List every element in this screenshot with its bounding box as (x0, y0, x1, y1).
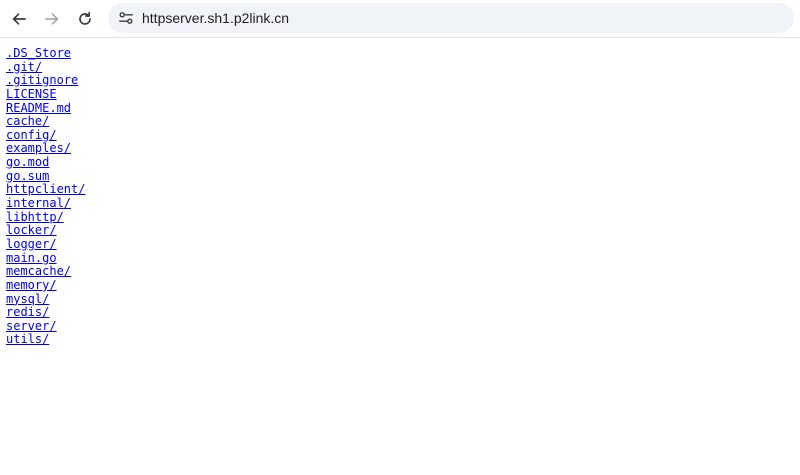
file-link[interactable]: logger/ (6, 237, 57, 251)
list-item: memory/ (6, 278, 85, 293)
list-item: README.md (6, 101, 85, 116)
file-link[interactable]: go.sum (6, 169, 49, 183)
file-link[interactable]: libhttp/ (6, 210, 64, 224)
file-link[interactable]: .DS_Store (6, 46, 71, 60)
file-link[interactable]: server/ (6, 319, 57, 333)
list-item: .DS_Store (6, 46, 85, 61)
list-item: internal/ (6, 196, 85, 211)
list-item: cache/ (6, 114, 85, 129)
list-item: locker/ (6, 224, 85, 238)
list-item: .gitignore (6, 73, 85, 88)
list-item: LICENSE (6, 87, 85, 102)
file-link[interactable]: redis/ (6, 305, 49, 319)
tune-icon (119, 12, 133, 24)
list-item: libhttp/ (6, 210, 85, 225)
file-link[interactable]: cache/ (6, 114, 49, 128)
list-item: server/ (6, 319, 85, 334)
file-link[interactable]: memcache/ (6, 264, 71, 278)
file-link[interactable]: main.go (6, 251, 57, 265)
back-button[interactable] (5, 5, 33, 33)
file-link[interactable]: utils/ (6, 332, 49, 347)
url-text[interactable]: httpserver.sh1.p2link.cn (142, 3, 289, 33)
list-item: go.mod (6, 155, 85, 170)
file-link[interactable]: internal/ (6, 196, 71, 210)
file-link[interactable]: mysql/ (6, 292, 49, 306)
list-item: logger/ (6, 237, 85, 252)
list-item: examples/ (6, 142, 85, 156)
reload-button[interactable] (71, 5, 99, 33)
list-item: memcache/ (6, 264, 85, 279)
list-item: config/ (6, 128, 85, 143)
file-link[interactable]: memory/ (6, 278, 57, 292)
reload-icon (79, 11, 91, 25)
file-link[interactable]: locker/ (6, 223, 57, 238)
list-item: .git/ (6, 60, 85, 75)
address-bar[interactable]: httpserver.sh1.p2link.cn (108, 3, 794, 33)
forward-button[interactable] (38, 5, 66, 33)
arrow-left-icon (12, 13, 26, 25)
list-item: go.sum (6, 169, 85, 184)
file-link[interactable]: httpclient/ (6, 182, 85, 197)
list-item: mysql/ (6, 292, 85, 307)
list-item: utils/ (6, 333, 85, 347)
file-link[interactable]: examples/ (6, 141, 71, 156)
file-link[interactable]: .git/ (6, 60, 42, 74)
list-item: redis/ (6, 305, 85, 320)
file-link[interactable]: LICENSE (6, 87, 57, 101)
site-info-button[interactable] (114, 6, 138, 30)
arrow-right-icon (45, 13, 59, 25)
list-item: main.go (6, 251, 85, 266)
file-link[interactable]: go.mod (6, 155, 49, 169)
file-link[interactable]: README.md (6, 101, 71, 115)
browser-toolbar: httpserver.sh1.p2link.cn (0, 0, 800, 38)
file-link[interactable]: config/ (6, 128, 57, 142)
file-link[interactable]: .gitignore (6, 73, 78, 87)
directory-listing: .DS_Store .git/.gitignore LICENSE README.md… (6, 46, 85, 347)
list-item: httpclient/ (6, 183, 85, 197)
